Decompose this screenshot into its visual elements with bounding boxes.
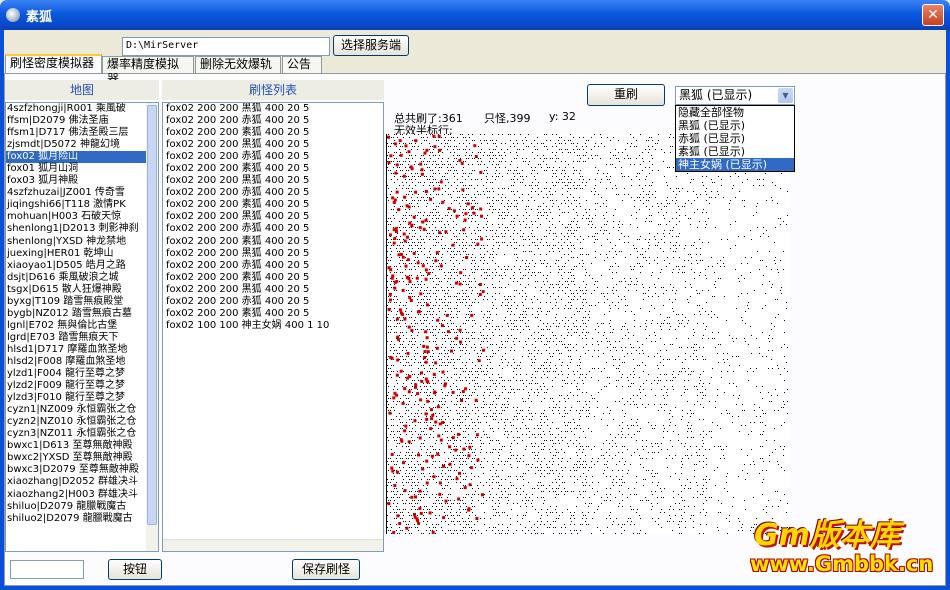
spawn-list-item[interactable]: fox02 200 200 赤狐 400 20 5 (163, 260, 383, 272)
tab-delete-invalid[interactable]: 删除无效爆轨 (195, 56, 281, 73)
map-list-item[interactable]: ylzd3|F010 龍行至尊之梦 (6, 392, 158, 404)
map-list-item[interactable]: shiluo2|D2079 龍臘戰魔古 (6, 513, 158, 525)
small-input[interactable] (10, 560, 84, 579)
gmbbk-watermark: Gm版本库 www.Gmbbk.cn (742, 510, 942, 586)
map-list-item[interactable]: xiaozhang|D2052 群雄决斗 (6, 476, 158, 488)
spawn-list-item[interactable]: fox02 200 200 黑狐 400 20 5 (163, 248, 383, 260)
map-list-item[interactable]: dsjt|D616 乘風破浪之城 (6, 272, 158, 284)
spawn-list-header: 刷怪列表 (162, 80, 384, 100)
map-list-item[interactable]: jiqingshi66|T118 激情PK (6, 199, 158, 211)
map-list-item[interactable]: 4szfzhuzai|JZ001 传奇雪 (6, 187, 158, 199)
window-title: 素狐 (26, 10, 53, 25)
spawn-list-hscrollbar[interactable] (163, 539, 383, 551)
monster-count-label: 只怪,399 (484, 112, 531, 125)
tab-announcement[interactable]: 公告 (282, 56, 322, 73)
map-list-item[interactable]: ffsm|D2079 佛法圣庙 (6, 115, 158, 127)
map-list-item[interactable]: hlsd1|D717 摩羅血煞圣地 (6, 344, 158, 356)
map-list-item[interactable]: byxg|T109 踏雪無痕殿堂 (6, 296, 158, 308)
map-list-item[interactable]: bwxc2|YXSD 至尊無敵神殿 (6, 452, 158, 464)
spawn-list-item[interactable]: fox02 200 200 素狐 400 20 5 (163, 163, 383, 175)
map-list-item[interactable]: juexing|HER01 乾坤山 (6, 248, 158, 260)
spawn-list-item[interactable]: fox02 100 100 神主女娲 400 1 10 (163, 320, 383, 332)
dropdown-option[interactable]: 神主女娲 (已显示) (676, 158, 794, 171)
dropdown-option[interactable]: 黑狐 (已显示) (676, 119, 794, 132)
spawn-list-item[interactable]: fox02 200 200 黑狐 400 20 5 (163, 175, 383, 187)
spawn-list-item[interactable]: fox02 200 200 黑狐 400 20 5 (163, 284, 383, 296)
select-server-button[interactable]: 选择服务端 (333, 35, 409, 56)
dropdown-option[interactable]: 赤狐 (已显示) (676, 132, 794, 145)
map-list-item[interactable]: lgnl|E702 無與倫比古堡 (6, 320, 158, 332)
map-list-item[interactable]: cyzn3|NZ011 永恒霸张之仓 (6, 428, 158, 440)
watermark-url: www.Gmbbk.cn (750, 552, 934, 576)
refresh-button[interactable]: 重刷 (587, 84, 665, 106)
dropdown-option[interactable]: 隐藏全部怪物 (676, 106, 794, 119)
map-list-item[interactable]: xiaozhang2|H003 群雄决斗 (6, 489, 158, 501)
window-frame-right (946, 30, 950, 590)
density-canvas (387, 134, 790, 534)
app-icon (6, 8, 20, 22)
map-list-item[interactable]: xiaoyao1|D505 皓月之路 (6, 260, 158, 272)
map-list-item[interactable]: zjsmdt|D5072 神龍幻境 (6, 139, 158, 151)
map-list[interactable]: 4szfzhongji|R001 乘風破 ffsm|D2079 佛法圣庙 ffsm1… (5, 102, 159, 552)
map-list-item[interactable]: fox03 狐月神殿 (6, 175, 158, 187)
map-list-scrollbar[interactable] (146, 103, 158, 551)
map-list-item[interactable]: fox02 狐月险山 (6, 151, 158, 164)
map-list-item[interactable]: shiluo|D2079 龍臘戰魔古 (6, 501, 158, 513)
dropdown-option[interactable]: 素狐 (已显示) (676, 145, 794, 158)
spawn-list-item[interactable]: fox02 200 200 素狐 400 20 5 (163, 127, 383, 139)
spawn-list-item[interactable]: fox02 200 200 素狐 400 20 5 (163, 236, 383, 248)
spawn-list-item[interactable]: fox02 200 200 素狐 400 20 5 (163, 308, 383, 320)
close-button[interactable]: ✕ (922, 4, 944, 26)
map-list-item[interactable]: tsgx|D615 散人狂爆神殿 (6, 284, 158, 296)
map-list-item[interactable]: fox01 狐月山洞 (6, 163, 158, 175)
map-list-item[interactable]: shenlong1|D2013 刺影神刹 (6, 223, 158, 235)
spawn-list-item[interactable]: fox02 200 200 素狐 400 20 5 (163, 272, 383, 284)
spawn-list-item[interactable]: fox02 200 200 黑狐 400 20 5 (163, 139, 383, 151)
map-list-item[interactable]: ylzd1|F004 龍行至尊之梦 (6, 368, 158, 380)
map-list-item[interactable]: bwxc1|D613 至尊無敵神殿 (6, 440, 158, 452)
spawn-list-item[interactable]: fox02 200 200 赤狐 400 20 5 (163, 115, 383, 127)
tab-density-simulator[interactable]: 刷怪密度模拟器 (5, 54, 102, 73)
map-list-item[interactable]: ffsm1|D717 佛法圣殿三层 (6, 127, 158, 139)
spawn-list-item[interactable]: fox02 200 200 赤狐 400 20 5 (163, 151, 383, 163)
map-list-item[interactable]: mohuan|H003 石破天惊 (6, 211, 158, 223)
server-path-input[interactable]: D:\MirServer (122, 37, 330, 56)
spawn-list-item[interactable]: fox02 200 200 赤狐 400 20 5 (163, 223, 383, 235)
monster-filter-select[interactable]: 黑狐 (已显示) ▼ (675, 86, 795, 105)
save-spawn-button[interactable]: 保存刷怪 (292, 559, 360, 580)
watermark-title: Gm版本库 (754, 518, 900, 553)
spawn-list-item[interactable]: fox02 200 200 赤狐 400 20 5 (163, 187, 383, 199)
y-coordinate-label: y: 32 (549, 110, 576, 123)
map-list-item[interactable]: cyzn1|NZ009 永恒霸张之仓 (6, 404, 158, 416)
spawn-list-item[interactable]: fox02 200 200 黑狐 400 20 5 (163, 103, 383, 115)
spawn-list-item[interactable]: fox02 200 200 赤狐 400 20 5 (163, 296, 383, 308)
title-bar: 素狐 ✕ (0, 0, 950, 30)
spawn-density-map[interactable] (386, 134, 790, 534)
map-list-item[interactable]: hlsd2|F008 摩羅血煞圣地 (6, 356, 158, 368)
map-list-item[interactable]: 4szfzhongji|R001 乘風破 (6, 103, 158, 115)
window-frame-bottom (0, 586, 950, 590)
map-list-item[interactable]: lgrd|E703 踏雪無痕天下 (6, 332, 158, 344)
map-list-item[interactable]: bygb|NZ012 踏雪無痕古墓 (6, 308, 158, 320)
map-list-item[interactable]: shenlong|YXSD 神龙禁地 (6, 236, 158, 248)
spawn-list-item[interactable]: fox02 200 200 黑狐 400 20 5 (163, 211, 383, 223)
map-list-item[interactable]: bwxc3|D2079 至尊無敵神殿 (6, 464, 158, 476)
map-list-header: 地图 (5, 80, 159, 100)
combo-value: 黑狐 (已显示) (679, 88, 753, 102)
monster-filter-dropdown[interactable]: 隐藏全部怪物 黑狐 (已显示) 赤狐 (已显示) 素狐 (已显示) 神主女娲 (已显示) (675, 105, 795, 172)
map-list-item[interactable]: ylzd2|F009 龍行至尊之梦 (6, 380, 158, 392)
spawn-list-item[interactable]: fox02 200 200 素狐 400 20 5 (163, 199, 383, 211)
generic-button[interactable]: 按钮 (108, 559, 162, 580)
map-list-item[interactable]: cyzn2|NZ010 永恒霸张之仓 (6, 416, 158, 428)
spawn-list[interactable]: fox02 200 200 黑狐 400 20 5 fox02 200 200 赤… (162, 102, 384, 552)
tab-droprate-simulator[interactable]: 爆率精度模拟器 (102, 56, 194, 86)
chevron-down-icon[interactable]: ▼ (778, 88, 793, 103)
